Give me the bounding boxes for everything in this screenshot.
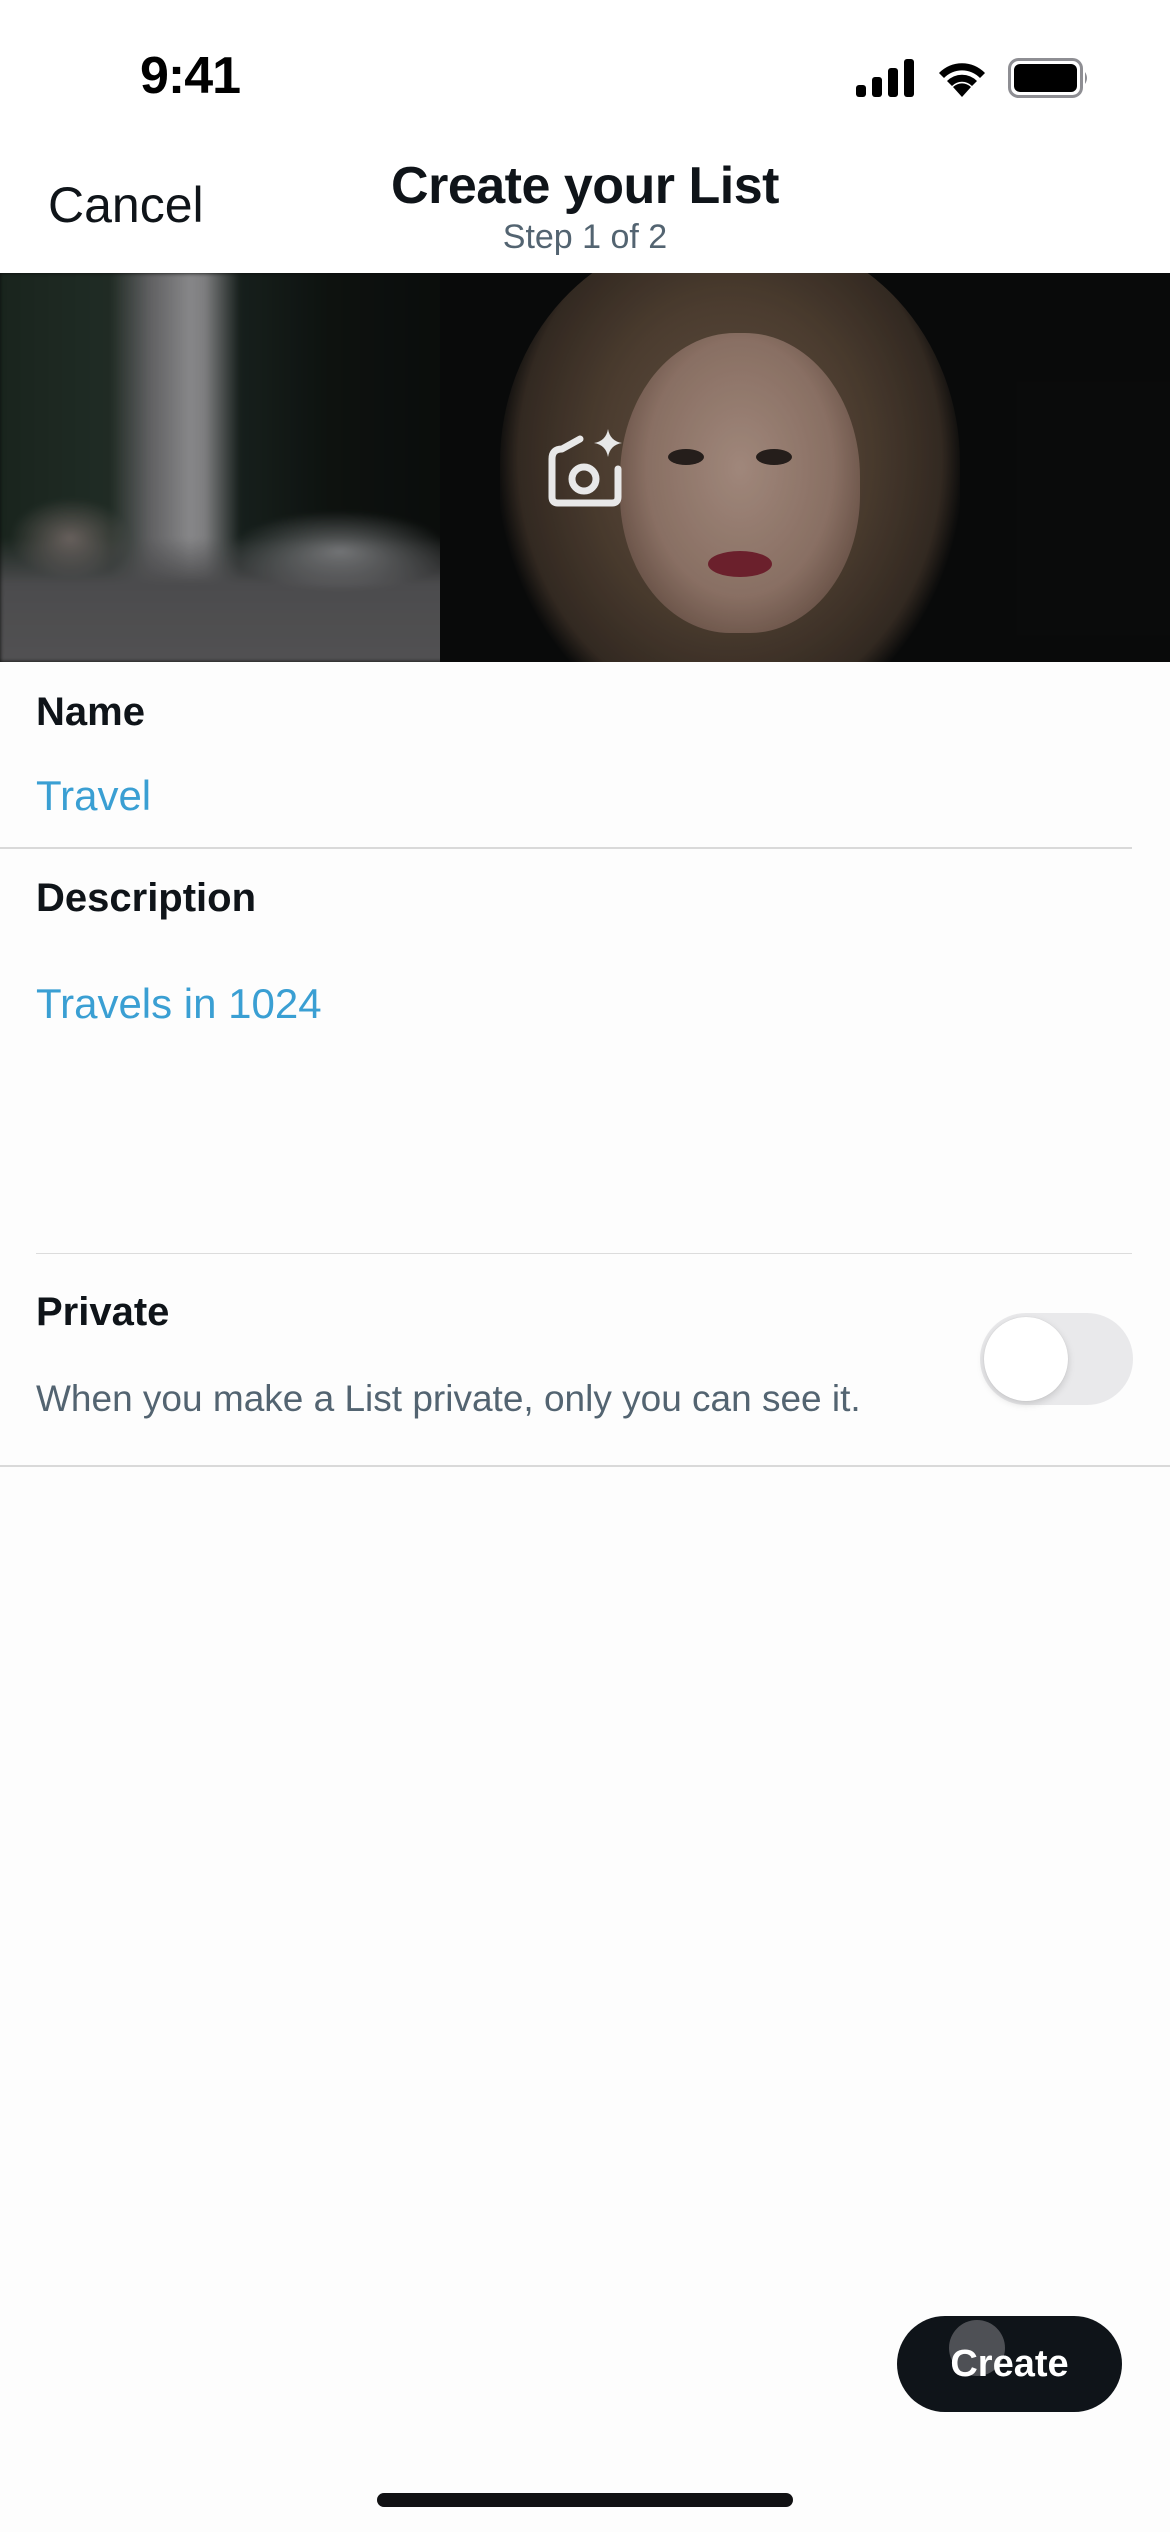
page-title: Create your List	[391, 157, 779, 215]
description-field: Description Travels in 1024	[0, 850, 1170, 1254]
private-description: When you make a List private, only you c…	[36, 1378, 861, 1419]
status-time: 9:41	[140, 47, 241, 105]
wifi-icon	[939, 63, 985, 97]
status-icons	[856, 58, 1090, 98]
home-indicator[interactable]	[377, 2493, 793, 2507]
cellular-signal-icon	[856, 59, 914, 97]
camera-sparkle-icon[interactable]	[546, 427, 624, 507]
create-button-label: Create	[950, 2342, 1069, 2385]
name-input[interactable]: Travel	[36, 772, 151, 820]
name-divider	[0, 847, 1132, 849]
battery-icon	[1008, 58, 1087, 98]
private-label: Private	[36, 1290, 170, 1334]
nav-header: Cancel Create your List Step 1 of 2	[0, 150, 1170, 273]
description-divider	[36, 1253, 1132, 1254]
private-divider	[0, 1465, 1170, 1467]
name-label: Name	[36, 690, 145, 734]
toggle-knob	[984, 1317, 1068, 1401]
step-indicator: Step 1 of 2	[502, 218, 668, 256]
name-field: Name Travel	[0, 662, 1170, 850]
create-button[interactable]: Create	[897, 2316, 1122, 2412]
private-toggle[interactable]	[980, 1313, 1133, 1405]
status-bar: 9:41	[0, 0, 1170, 150]
list-banner-image[interactable]	[0, 273, 1170, 662]
description-label: Description	[36, 876, 257, 920]
description-input[interactable]: Travels in 1024	[36, 980, 322, 1028]
